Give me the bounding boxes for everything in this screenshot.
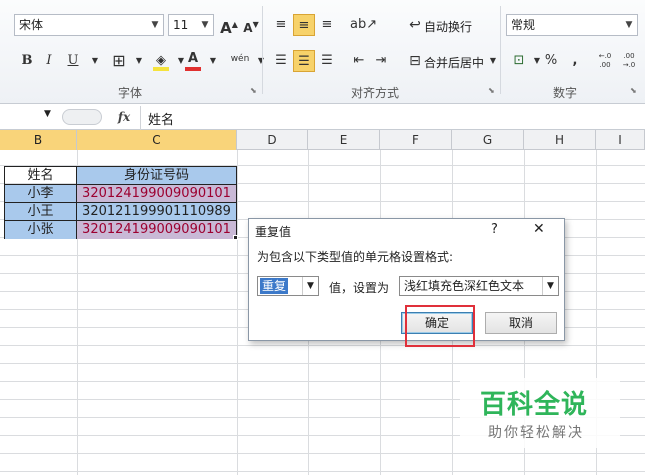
number-format-value: 常规 [511,18,536,32]
phonetic-icon: wén [230,54,250,64]
column-header-bar: B C D E F G H I [0,130,645,150]
column-header-b[interactable]: B [0,130,77,150]
watermark-title: 百科全说 [480,390,589,420]
chevron-down-icon[interactable]: ▼ [44,109,51,119]
border-icon[interactable]: ⊞ [108,50,130,72]
cell-name-row3[interactable]: 小张 [5,221,77,239]
align-middle-icon[interactable]: ≡ [293,14,315,36]
fill-color-button[interactable]: ◈ [150,50,172,72]
group-label-font: 字体 [117,86,142,100]
format-select[interactable]: 浅红填充色深红色文本 ▼ [399,276,559,296]
chevron-down-icon[interactable]: ▼ [250,50,272,72]
formula-input[interactable]: 姓名 [148,109,174,128]
shrink-font-button[interactable]: A▼ [240,14,262,36]
chevron-down-icon[interactable]: ▼ [621,15,637,35]
cancel-button[interactable]: 取消 [485,312,557,334]
align-center-icon[interactable]: ☰ [293,50,315,72]
grow-font-button[interactable]: A▲ [218,14,240,37]
set-as-label: 值，设置为 [329,281,390,295]
ribbon: 宋体 ▼ 11 ▼ A▲ A▼ B I U ▼ ⊞ ▼ ◈ ▼ A ▼ wén … [0,0,645,104]
watermark: 百科全说 助你轻松解决 [460,378,620,448]
increase-decimal-button[interactable]: ←.0 .00 [594,50,616,72]
chevron-down-icon[interactable]: ▼ [202,50,224,72]
dialog-prompt: 为包含以下类型值的单元格设置格式: [257,250,454,264]
bold-button[interactable]: B [16,50,38,72]
group-label-number: 数字 [552,86,577,100]
column-header-e[interactable]: E [308,130,380,150]
wrap-text-icon[interactable]: ↩ [404,14,426,36]
formula-bar: ▼ fx 姓名 [0,106,645,130]
data-table: 姓名 身份证号码 小李 320124199009090101 小王 320121… [4,166,237,239]
help-icon[interactable]: ? [491,222,498,237]
dialog-launcher-icon[interactable]: ⬊ [250,86,257,95]
formula-bar-splitter[interactable] [62,109,102,125]
comma-button[interactable]: , [564,50,586,72]
italic-button[interactable]: I [38,50,60,72]
font-name-value: 宋体 [19,18,44,32]
column-header-g[interactable]: G [452,130,524,150]
chevron-down-icon[interactable]: ▼ [84,50,106,72]
merge-center-button[interactable]: 合并后居中 [424,54,484,71]
dialog-launcher-icon[interactable]: ⬊ [630,86,637,95]
text-orientation-icon[interactable]: ab↗ [350,14,377,36]
underline-button[interactable]: U [62,50,84,72]
cell-name-row2[interactable]: 小王 [5,203,77,221]
column-header-i[interactable]: I [596,130,645,150]
percent-button[interactable]: % [540,50,562,72]
number-format-combo[interactable]: 常规 ▼ [506,14,638,36]
group-label-alignment: 对齐方式 [350,86,399,100]
column-header-f[interactable]: F [380,130,452,150]
align-right-icon[interactable]: ☰ [316,50,338,72]
wrap-text-button[interactable]: 自动换行 [424,18,472,35]
chevron-down-icon[interactable]: ▼ [197,15,213,35]
fill-handle[interactable] [233,235,238,240]
align-left-icon[interactable]: ☰ [270,50,292,72]
align-bottom-icon[interactable]: ≡ [316,14,338,36]
header-cell-id[interactable]: 身份证号码 [77,167,236,185]
highlight-box [405,305,475,347]
align-top-icon[interactable]: ≡ [270,14,292,36]
cell-id-row2[interactable]: 320121199901110989 [77,203,236,221]
merge-cells-icon[interactable]: ⊟ [404,50,426,72]
cell-name-row1[interactable]: 小李 [5,185,77,203]
group-separator [500,6,501,94]
chevron-down-icon[interactable]: ▼ [542,277,558,295]
format-selected: 浅红填充色深红色文本 [404,279,525,293]
font-name-combo[interactable]: 宋体 ▼ [14,14,164,36]
dialog-titlebar[interactable]: 重复值 ? ✕ [249,219,564,243]
font-size-value: 11 [173,18,189,32]
dialog-title: 重复值 [255,225,292,239]
value-type-select[interactable]: 重复 ▼ [257,276,319,296]
dialog-launcher-icon[interactable]: ⬊ [488,86,495,95]
decrease-decimal-button[interactable]: .00 →.0 [618,50,640,72]
cell-id-row1[interactable]: 320124199009090101 [77,185,236,203]
function-icon[interactable]: fx [112,108,136,126]
name-box[interactable]: ▼ [0,108,58,126]
chevron-down-icon[interactable]: ▼ [302,277,318,295]
chevron-down-icon[interactable]: ▼ [147,15,163,35]
column-header-d[interactable]: D [237,130,308,150]
cell-id-row3[interactable]: 320124199009090101 [77,221,236,239]
divider [140,106,141,130]
value-type-selected: 重复 [260,278,289,294]
decrease-indent-icon[interactable]: ⇤ [348,50,370,72]
font-size-combo[interactable]: 11 ▼ [168,14,214,36]
paint-bucket-icon: ◈ [156,53,166,68]
close-icon[interactable]: ✕ [533,221,545,237]
column-header-c[interactable]: C [77,130,237,150]
font-color-button[interactable]: A [182,48,204,71]
chevron-down-icon[interactable]: ▼ [128,50,150,72]
group-separator [262,6,263,94]
watermark-subtitle: 助你轻松解决 [488,425,584,441]
column-header-h[interactable]: H [524,130,596,150]
header-cell-name[interactable]: 姓名 [5,167,77,185]
increase-indent-icon[interactable]: ⇥ [370,50,392,72]
